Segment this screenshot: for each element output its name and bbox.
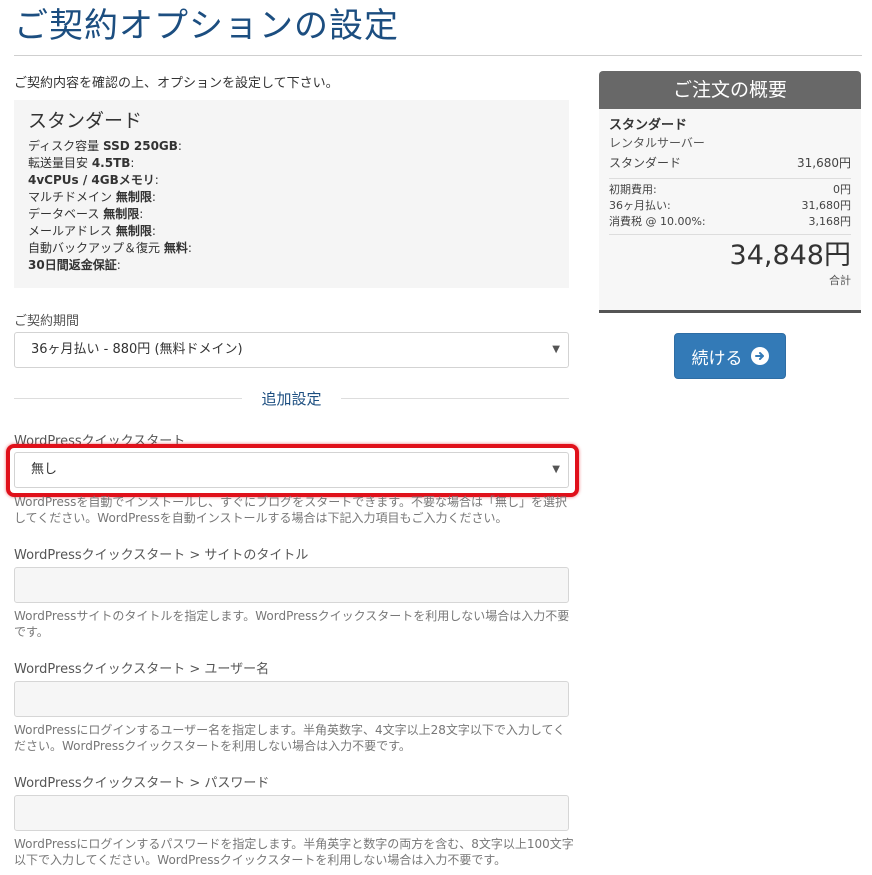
summary-plan-line-label: スタンダード (609, 156, 682, 170)
site-title-label: WordPressクイックスタート > サイトのタイトル (14, 548, 309, 563)
additional-settings-heading: 追加設定 (14, 388, 569, 410)
username-help: WordPressにログインするユーザー名を指定します。半角英数字、4文字以上2… (14, 723, 566, 753)
spec-row: ディスク容量 SSD 250GB: (28, 139, 182, 153)
plan-name: スタンダード (28, 110, 143, 132)
continue-button[interactable]: 続ける (674, 333, 786, 379)
wp-quickstart-label: WordPressクイックスタート (14, 434, 186, 449)
caret-down-icon: ▼ (552, 464, 560, 475)
wp-quickstart-select[interactable]: 無し ▼ (14, 452, 569, 488)
order-summary-body: スタンダード レンタルサーバー スタンダード 31,680円 初期費用: 0円 … (599, 109, 861, 288)
page-title: ご契約オプションの設定 (14, 6, 399, 46)
intro-text: ご契約内容を確認の上、オプションを設定して下さい。 (14, 76, 339, 91)
spec-row: マルチドメイン 無制限: (28, 190, 156, 204)
wp-quickstart-value: 無し (31, 462, 58, 477)
order-summary-header: ご注文の概要 (599, 71, 861, 109)
summary-total: 34,848円 (729, 240, 851, 271)
wp-quickstart-help: WordPressを自動でインストールし、すぐにブログをスタートできます。不要な… (14, 495, 567, 525)
username-input[interactable] (14, 681, 569, 717)
summary-plan-line: スタンダード 31,680円 (609, 152, 851, 174)
spec-row: メールアドレス 無制限: (28, 224, 156, 238)
username-label: WordPressクイックスタート > ユーザー名 (14, 662, 270, 677)
site-title-help: WordPressサイトのタイトルを指定します。WordPressクイックスター… (14, 609, 570, 639)
summary-divider (609, 178, 851, 179)
section-title: 追加設定 (261, 390, 322, 408)
summary-plan-name: スタンダード (609, 118, 688, 133)
summary-row: 消費税 @ 10.00%: 3,168円 (609, 215, 851, 228)
password-help: WordPressにログインするパスワードを指定します。半角英字と数字の両方を含… (14, 837, 574, 867)
spec-row: 自動バックアップ＆復元 無料: (28, 241, 192, 255)
site-title-input[interactable] (14, 567, 569, 603)
billing-period-value: 36ヶ月払い - 880円 (無料ドメイン) (31, 342, 243, 357)
billing-period-select[interactable]: 36ヶ月払い - 880円 (無料ドメイン) ▼ (14, 332, 569, 368)
caret-down-icon: ▼ (552, 344, 560, 355)
summary-row: 36ヶ月払い: 31,680円 (609, 199, 851, 212)
billing-period-label: ご契約期間 (14, 314, 80, 329)
summary-total-label: 合計 (829, 274, 851, 287)
plan-details-box: スタンダード ディスク容量 SSD 250GB: 転送量目安 4.5TB: 4v… (14, 100, 569, 288)
summary-plan-line-value: 31,680円 (797, 156, 851, 170)
summary-row: 初期費用: 0円 (609, 183, 851, 196)
spec-row: 30日間返金保証: (28, 258, 121, 272)
password-label: WordPressクイックスタート > パスワード (14, 776, 270, 791)
summary-divider (609, 234, 851, 235)
spec-row: 転送量目安 4.5TB: (28, 156, 135, 170)
spec-row: データベース 無制限: (28, 207, 144, 221)
section-divider-right (341, 398, 569, 399)
title-divider (14, 55, 862, 56)
arrow-right-circle-icon (750, 347, 769, 365)
spec-row: 4vCPUs / 4GBメモリ: (28, 173, 159, 187)
password-input[interactable] (14, 795, 569, 831)
continue-button-label: 続ける (691, 348, 743, 368)
order-summary-panel: ご注文の概要 スタンダード レンタルサーバー スタンダード 31,680円 初期… (599, 71, 861, 313)
summary-plan-type: レンタルサーバー (609, 136, 705, 150)
